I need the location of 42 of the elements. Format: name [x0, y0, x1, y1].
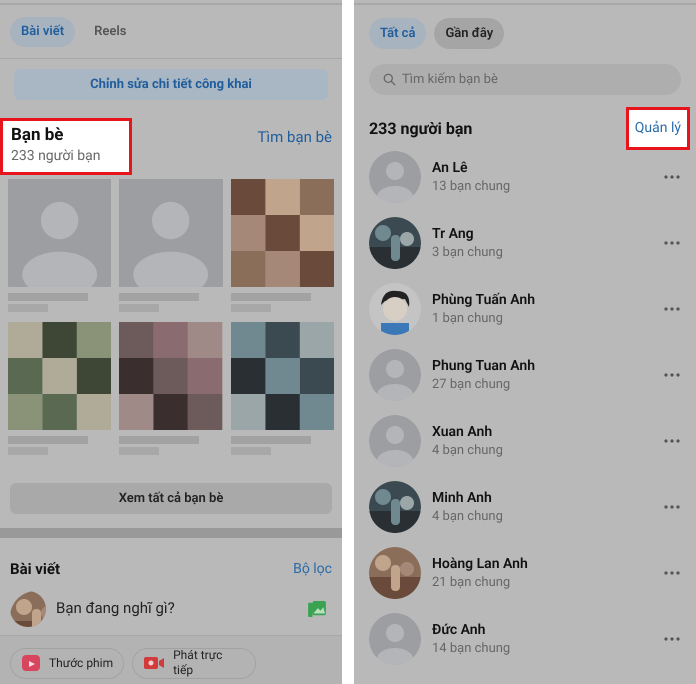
- reel-icon: [21, 653, 41, 673]
- search-icon: [383, 73, 396, 86]
- mutual-friends: 21 bạn chung: [432, 574, 512, 592]
- search-field[interactable]: Tìm kiếm bạn bè: [369, 64, 681, 95]
- more-icon[interactable]: [664, 505, 680, 509]
- friend-name[interactable]: Đức Anh: [432, 620, 653, 640]
- more-icon[interactable]: [664, 637, 680, 641]
- more-icon[interactable]: [664, 439, 680, 443]
- friend-name[interactable]: Phung Tuan Anh: [432, 356, 653, 376]
- create-chip[interactable]: Thước phim: [10, 648, 124, 678]
- mutual-friends: 27 bạn chung: [432, 376, 512, 394]
- friend-name[interactable]: Phùng Tuấn Anh: [432, 290, 653, 310]
- posts-title: Bài viết: [10, 559, 60, 580]
- manage-link[interactable]: Quản lý: [626, 107, 690, 150]
- default-avatar-icon: [119, 179, 223, 287]
- see-all-friends-button[interactable]: Xem tất cả bạn bè: [10, 483, 332, 514]
- more-icon[interactable]: [664, 175, 680, 179]
- mutual-friends: 13 bạn chung: [432, 178, 512, 196]
- default-avatar-icon: [8, 179, 112, 287]
- friends-count: 233 người bạn: [11, 147, 102, 166]
- more-icon[interactable]: [664, 241, 680, 245]
- mutual-friends: 3 bạn chung: [432, 244, 504, 262]
- mutual-friends: 4 bạn chung: [432, 508, 504, 526]
- friends-title: Bạn bè: [11, 124, 64, 146]
- mutual-friends: 1 bạn chung: [432, 310, 504, 328]
- friend-count-title: 233 người bạn: [369, 118, 472, 140]
- friend-name[interactable]: Hoàng Lan Anh: [432, 554, 653, 574]
- friend-name[interactable]: Tr Ang: [432, 224, 653, 244]
- mutual-friends: 14 bạn chung: [432, 640, 512, 658]
- video-camera-icon: [143, 654, 166, 672]
- friend-name[interactable]: An Lê: [432, 158, 653, 178]
- photo-icon[interactable]: [308, 600, 326, 616]
- mutual-friends: 4 bạn chung: [432, 442, 504, 460]
- tab[interactable]: Reels: [83, 17, 138, 47]
- more-icon[interactable]: [664, 373, 680, 377]
- filter-chip[interactable]: Gần đây: [434, 18, 504, 49]
- more-icon[interactable]: [664, 307, 680, 311]
- composer-prompt[interactable]: Bạn đang nghĩ gì?: [56, 597, 298, 620]
- more-icon[interactable]: [664, 571, 680, 575]
- friend-name[interactable]: Minh Anh: [432, 488, 653, 508]
- create-chip[interactable]: Phát trực tiếp: [132, 648, 256, 678]
- friend-name[interactable]: Xuan Anh: [432, 422, 653, 442]
